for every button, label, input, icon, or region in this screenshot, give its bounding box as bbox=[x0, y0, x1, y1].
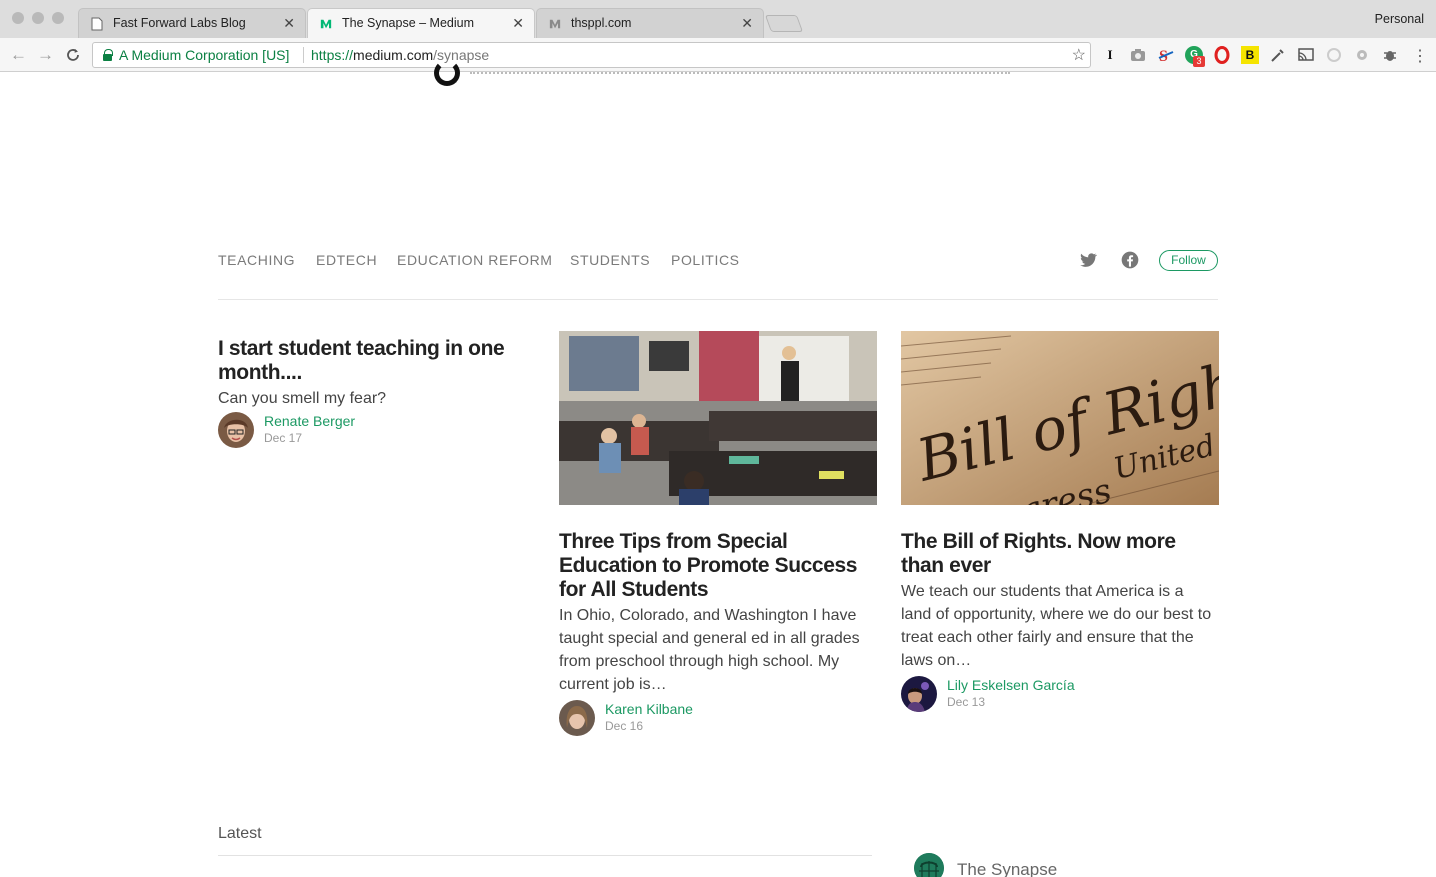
tab-title: Fast Forward Labs Blog bbox=[113, 16, 246, 30]
follow-button[interactable]: Follow bbox=[1159, 250, 1218, 271]
story-image-classroom[interactable] bbox=[559, 331, 877, 505]
story-image-bill-of-rights[interactable]: Bill of Rights Congress United bbox=[900, 331, 1297, 549]
url-protocol: https:// bbox=[311, 47, 354, 63]
author-row: Lily Eskelsen García Dec 13 bbox=[901, 676, 1218, 712]
story-subtitle: We teach our students that America is a … bbox=[901, 583, 1212, 669]
instapaper-icon[interactable]: I bbox=[1101, 46, 1119, 64]
author-avatar[interactable] bbox=[901, 676, 937, 712]
latest-heading: Latest bbox=[218, 825, 262, 842]
story-card[interactable]: I start student teaching in one month...… bbox=[218, 337, 518, 448]
opera-icon[interactable] bbox=[1213, 46, 1231, 64]
author-name[interactable]: Karen Kilbane bbox=[605, 701, 693, 717]
author-name[interactable]: Renate Berger bbox=[264, 413, 355, 429]
story-title[interactable]: I start student teaching in one month...… bbox=[218, 337, 518, 385]
story-date: Dec 13 bbox=[947, 695, 986, 709]
document-icon bbox=[91, 17, 103, 31]
profile-button[interactable]: Personal bbox=[1375, 12, 1424, 26]
url-host: medium.com bbox=[353, 47, 434, 63]
nav-divider bbox=[218, 299, 1218, 300]
bold-extension-icon[interactable]: B bbox=[1241, 46, 1259, 64]
tab-title: The Synapse – Medium bbox=[342, 16, 475, 30]
author-avatar[interactable] bbox=[559, 700, 595, 736]
story-title[interactable]: The Bill of Rights. Now more than ever bbox=[901, 530, 1218, 578]
zoom-window-button[interactable] bbox=[52, 12, 64, 24]
gear-extension-icon[interactable] bbox=[1353, 46, 1371, 64]
chrome-menu-icon[interactable]: ⋮ bbox=[1412, 46, 1428, 66]
browser-toolbar: ← → A Medium Corporation [US] https://me… bbox=[0, 38, 1436, 72]
publication-logo-fragment bbox=[434, 60, 460, 86]
author-row: Karen Kilbane Dec 16 bbox=[559, 700, 877, 736]
lock-icon bbox=[103, 49, 113, 61]
omnibox-separator bbox=[303, 47, 304, 63]
close-tab-icon[interactable]: ✕ bbox=[512, 15, 524, 32]
tab-fast-forward-labs[interactable]: Fast Forward Labs Blog ✕ bbox=[78, 8, 306, 38]
bookmark-star-icon[interactable]: ☆ bbox=[1072, 45, 1086, 65]
story-card[interactable]: Bill of Rights Congress United The Bill … bbox=[900, 331, 1297, 712]
cast-icon[interactable] bbox=[1297, 46, 1315, 64]
publication-name[interactable]: The Synapse bbox=[957, 860, 1057, 877]
medium-logo-gray-icon bbox=[549, 19, 561, 29]
nav-students[interactable]: Students bbox=[570, 252, 650, 268]
circle-extension-icon[interactable] bbox=[1325, 46, 1343, 64]
author-name[interactable]: Lily Eskelsen García bbox=[947, 677, 1075, 693]
address-bar[interactable]: A Medium Corporation [US] https://medium… bbox=[92, 42, 1091, 68]
story-card[interactable]: Three Tips from Special Education to Pro… bbox=[559, 331, 877, 736]
tab-thsppl[interactable]: thsppl.com ✕ bbox=[536, 8, 764, 38]
twitter-icon[interactable] bbox=[1078, 250, 1098, 270]
minimize-window-button[interactable] bbox=[32, 12, 44, 24]
back-icon[interactable]: ← bbox=[10, 45, 27, 65]
extension-badge: 3 bbox=[1193, 56, 1205, 67]
stylus-s-icon[interactable]: S bbox=[1157, 46, 1175, 64]
url-text[interactable]: https://medium.com/synapse bbox=[311, 47, 489, 63]
publication-nav: Teaching EdTech Education Reform Student… bbox=[218, 250, 1218, 272]
nav-education-reform[interactable]: Education Reform bbox=[397, 252, 553, 268]
reload-icon[interactable] bbox=[65, 47, 81, 63]
medium-logo-icon bbox=[320, 19, 332, 29]
close-tab-icon[interactable]: ✕ bbox=[283, 15, 295, 32]
facebook-icon[interactable] bbox=[1120, 250, 1140, 270]
story-date: Dec 17 bbox=[264, 431, 303, 445]
truncated-header-text bbox=[470, 70, 1010, 74]
story-title[interactable]: Three Tips from Special Education to Pro… bbox=[559, 530, 877, 602]
new-tab-button[interactable] bbox=[764, 15, 804, 32]
eyedropper-icon[interactable] bbox=[1269, 46, 1287, 64]
nav-teaching[interactable]: Teaching bbox=[218, 252, 295, 268]
close-tab-icon[interactable]: ✕ bbox=[741, 15, 753, 32]
ev-certificate-label[interactable]: A Medium Corporation [US] bbox=[119, 47, 289, 63]
tab-strip: Fast Forward Labs Blog ✕ The Synapse – M… bbox=[0, 0, 1436, 39]
forward-icon[interactable]: → bbox=[37, 45, 54, 65]
publication-avatar[interactable] bbox=[914, 853, 944, 877]
nav-edtech[interactable]: EdTech bbox=[316, 252, 377, 268]
author-avatar[interactable] bbox=[218, 412, 254, 448]
tab-title: thsppl.com bbox=[571, 16, 632, 30]
nav-politics[interactable]: Politics bbox=[671, 252, 740, 268]
author-row: Renate Berger Dec 17 bbox=[218, 412, 518, 448]
latest-divider bbox=[218, 855, 872, 856]
story-subtitle: In Ohio, Colorado, and Washington I have… bbox=[559, 607, 860, 693]
tab-the-synapse[interactable]: The Synapse – Medium ✕ bbox=[307, 8, 535, 39]
story-date: Dec 16 bbox=[605, 719, 644, 733]
camera-icon[interactable] bbox=[1129, 46, 1147, 64]
story-subtitle: Can you smell my fear? bbox=[218, 390, 387, 407]
close-window-button[interactable] bbox=[12, 12, 24, 24]
bug-icon[interactable] bbox=[1381, 46, 1399, 64]
